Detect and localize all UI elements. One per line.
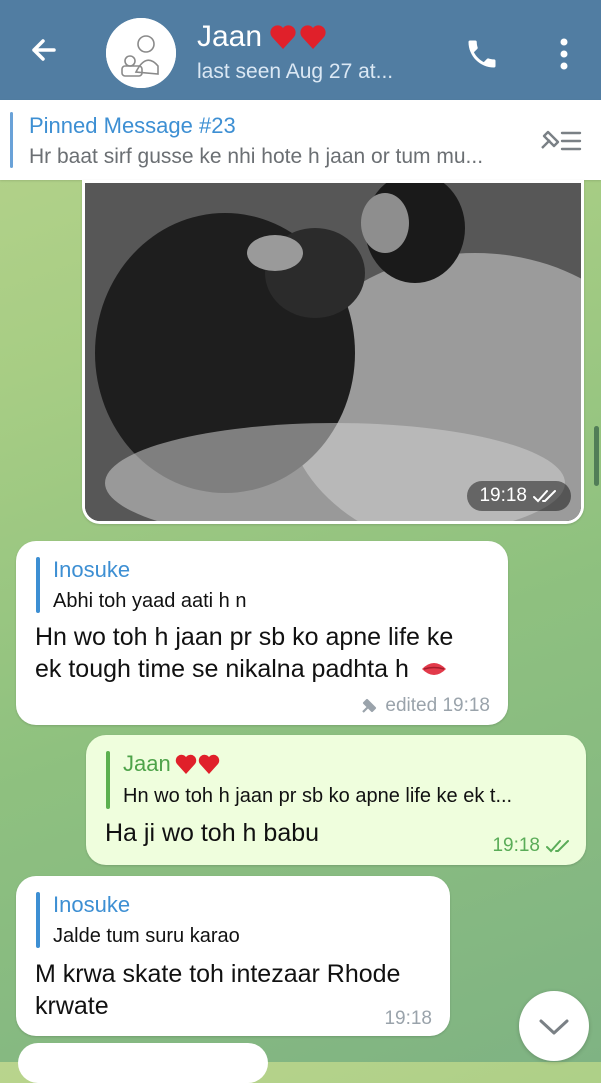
- message-text-line-row: ek tough time se nikalna padhta h: [35, 653, 495, 685]
- message-bubble[interactable]: Inosuke Jalde tum suru karao M krwa skat…: [16, 876, 450, 1036]
- call-button[interactable]: [464, 36, 500, 72]
- message-text: Ha ji wo toh h babu: [105, 819, 320, 847]
- message-time: edited 19:18: [385, 695, 490, 716]
- chevron-down-icon: [539, 1019, 569, 1035]
- pinned-message-bar[interactable]: Pinned Message #23 Hr baat sirf gusse ke…: [0, 100, 601, 180]
- message-bubble[interactable]: Inosuke Abhi toh yaad aati h n Hn wo toh…: [16, 541, 508, 725]
- reply-preview: Jalde tum suru karao: [53, 925, 240, 947]
- pinned-list-button[interactable]: [536, 124, 586, 158]
- scroll-handle[interactable]: [594, 426, 599, 486]
- avatar[interactable]: [106, 18, 176, 88]
- message-text: Hn wo toh h jaan pr sb ko apne life ke e…: [35, 621, 495, 685]
- pinned-indicator: [10, 112, 13, 168]
- partial-message-bubble[interactable]: [18, 1043, 268, 1083]
- double-check-icon: [533, 490, 556, 503]
- message-bubble[interactable]: Jaan Hn wo toh h jaan pr sb ko apne life…: [86, 735, 586, 865]
- contact-name: Jaan: [197, 20, 263, 53]
- pinned-preview: Hr baat sirf gusse ke nhi hote h jaan or…: [29, 145, 484, 168]
- message-text-line: Hn wo toh h jaan pr sb ko apne life ke: [35, 623, 454, 651]
- reply-sender-name: Jaan: [123, 751, 171, 776]
- reply-sender: Jaan: [123, 751, 221, 777]
- pin-icon: [362, 698, 377, 713]
- more-options-button[interactable]: [550, 34, 578, 74]
- chat-title-area[interactable]: Jaan last seen Aug 27 at...: [197, 18, 393, 84]
- photo-content: [85, 183, 581, 521]
- hearts-icon: [175, 754, 219, 774]
- photo-message[interactable]: 19:18: [82, 180, 584, 524]
- reply-preview: Hn wo toh h jaan pr sb ko apne life ke e…: [123, 785, 513, 807]
- pinned-title: Pinned Message #23: [29, 113, 236, 138]
- message-text-line: ek tough time se nikalna padhta h: [35, 655, 409, 683]
- more-vertical-icon: [560, 38, 568, 70]
- avatar-image: [106, 18, 176, 88]
- photo-time: 19:18: [479, 485, 527, 506]
- message-time: 19:18: [492, 835, 540, 856]
- phone-icon: [468, 40, 496, 68]
- message-meta: edited 19:18: [359, 695, 490, 717]
- reply-bar: [36, 892, 40, 948]
- reply-bar: [36, 557, 40, 613]
- message-meta: 19:18: [492, 835, 572, 857]
- reply-sender: Inosuke: [53, 557, 131, 582]
- message-text-line: M krwa skate toh intezaar Rhode: [35, 960, 401, 988]
- message-meta: 19:18: [384, 1008, 432, 1030]
- reply-sender: Inosuke: [53, 892, 131, 917]
- kiss-emoji-icon: [421, 663, 446, 675]
- last-seen-status: last seen Aug 27 at...: [197, 60, 394, 83]
- double-check-icon: [546, 840, 569, 853]
- photo-image[interactable]: 19:18: [85, 183, 581, 521]
- unpin-list-icon: [541, 130, 582, 151]
- hearts-icon: [270, 25, 326, 49]
- photo-time-badge: 19:18: [467, 481, 571, 511]
- message-time: 19:18: [384, 1008, 432, 1029]
- contact-title: Jaan: [197, 18, 393, 56]
- scroll-down-button[interactable]: [519, 991, 589, 1061]
- reply-bar: [106, 751, 110, 809]
- back-button[interactable]: [24, 30, 64, 70]
- reply-preview: Abhi toh yaad aati h n: [53, 590, 247, 612]
- chat-header: Jaan last seen Aug 27 at...: [0, 0, 601, 100]
- back-arrow-icon: [32, 39, 56, 61]
